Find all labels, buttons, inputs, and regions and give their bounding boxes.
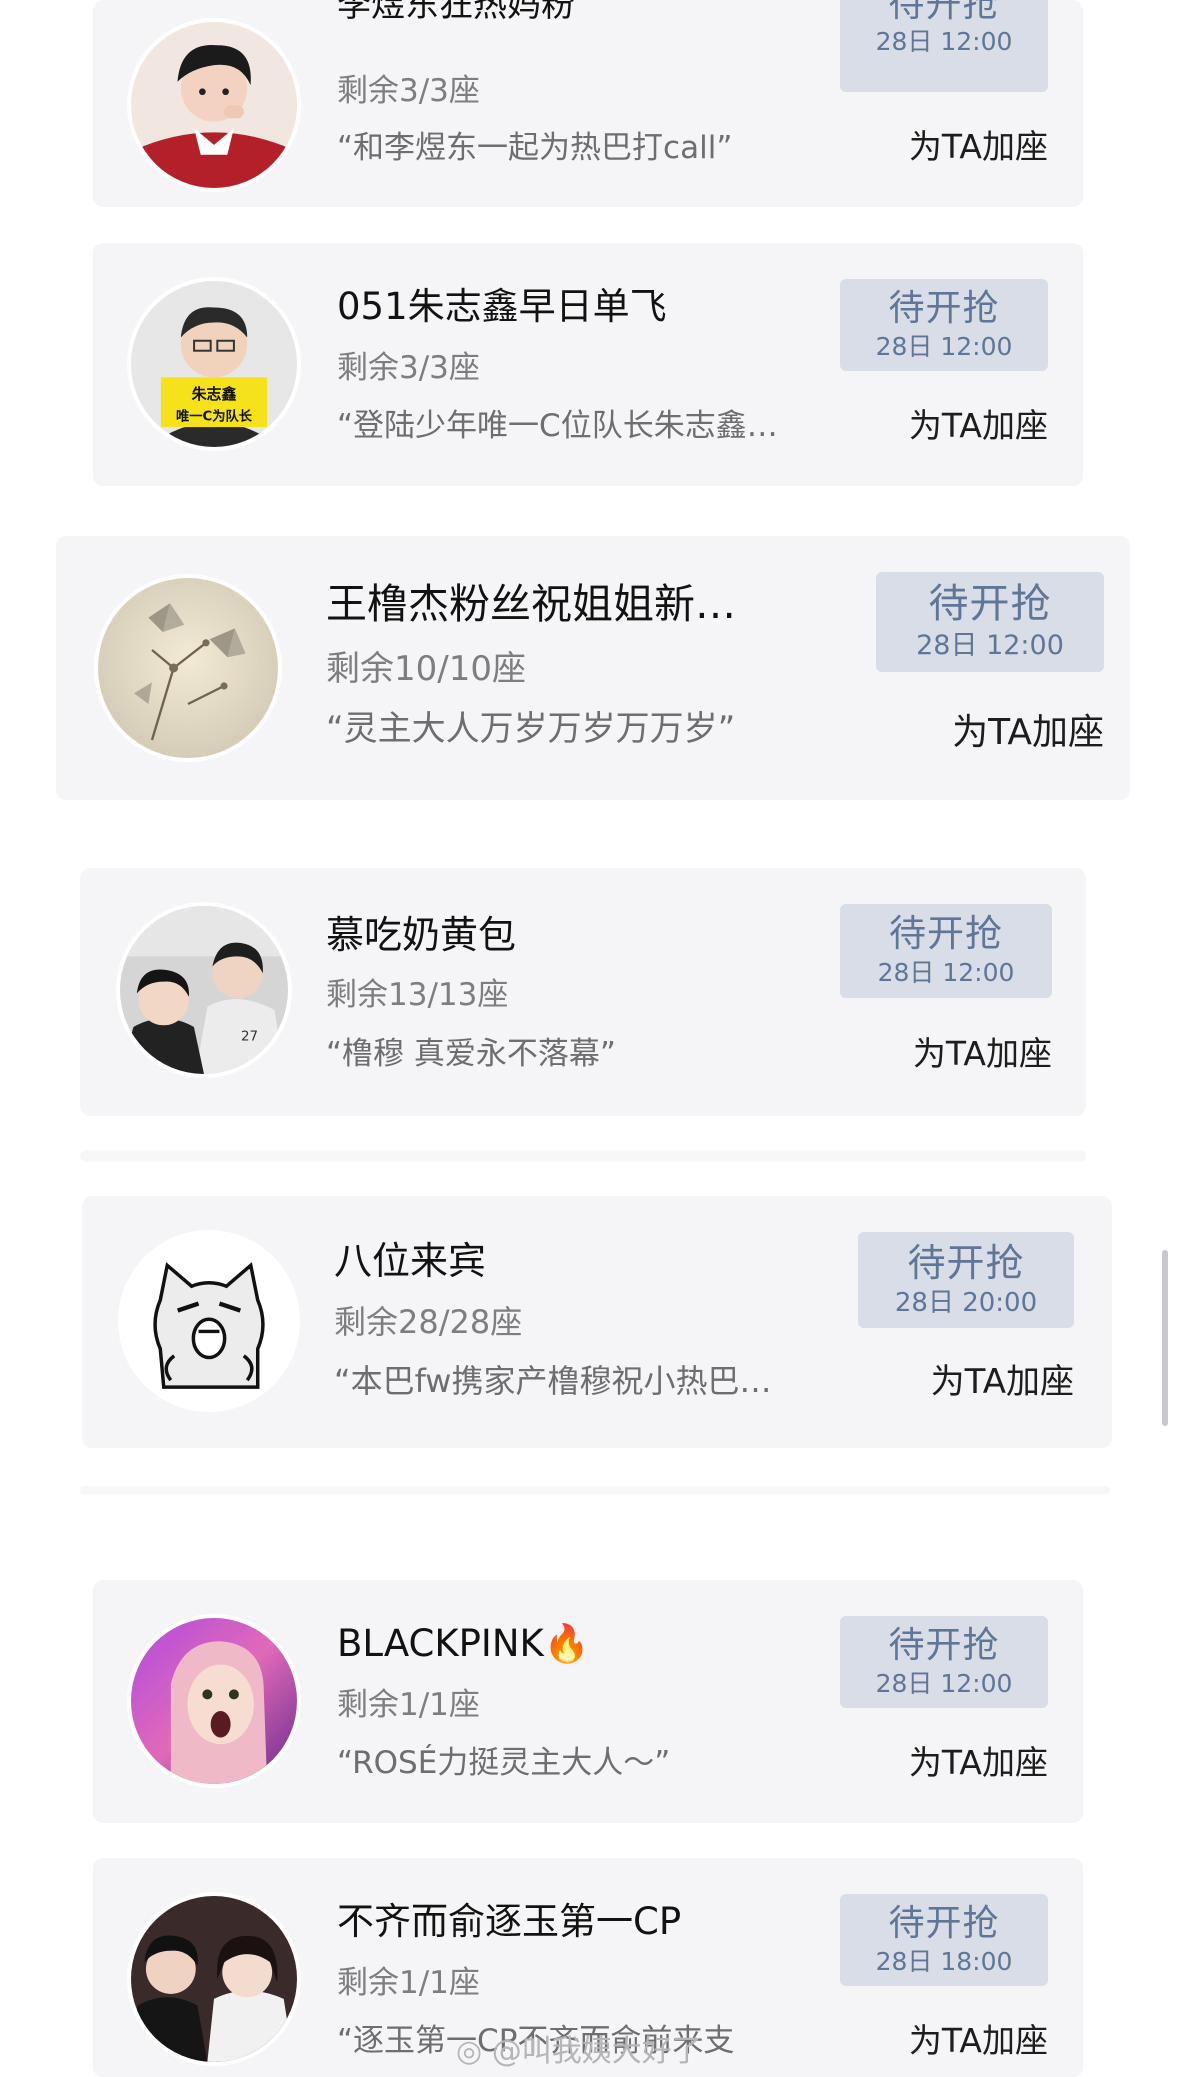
card-name: 李煜东狂热妈粉 <box>337 0 575 25</box>
grab-status-button[interactable]: 待开抢 28日 20:00 <box>858 1232 1074 1328</box>
status-label: 待开抢 <box>888 288 1000 329</box>
avatar: 朱志鑫 唯一C为队长 <box>131 281 297 447</box>
seat-card[interactable]: 27 慕吃奶黄包 剩余13/13座 “橹穆 真爱永不落幕” 待开抢 28日 12… <box>80 868 1086 1116</box>
card-quote: “本巴fw携家产橹穆祝小热巴… <box>334 1362 772 1400</box>
status-label: 待开抢 <box>888 1903 1000 1944</box>
seats-remaining: 剩余1/1座 <box>337 1965 480 2001</box>
seats-remaining: 剩余1/1座 <box>337 1687 480 1723</box>
card-name: 八位来宾 <box>334 1239 487 1283</box>
add-seat-button[interactable]: 为TA加座 <box>873 124 1048 170</box>
status-label: 待开抢 <box>907 1241 1025 1285</box>
avatar <box>131 1618 297 1784</box>
start-time: 28日 12:00 <box>875 1669 1013 1698</box>
add-seat-button[interactable]: 为TA加座 <box>873 1740 1048 1786</box>
card-name: 慕吃奶黄包 <box>326 913 517 957</box>
add-seat-button[interactable]: 为TA加座 <box>873 403 1048 449</box>
start-time: 28日 12:00 <box>875 27 1013 56</box>
seats-remaining: 剩余3/3座 <box>337 73 480 109</box>
weibo-icon: ◎ <box>456 2034 483 2069</box>
status-label: 待开抢 <box>888 0 1000 25</box>
status-label: 待开抢 <box>888 1625 1000 1666</box>
add-seat-button[interactable]: 为TA加座 <box>886 1358 1074 1406</box>
avatar <box>131 22 297 188</box>
card-name: 王橹杰粉丝祝姐姐新… <box>326 580 736 628</box>
add-seat-button[interactable]: 为TA加座 <box>906 708 1104 758</box>
grab-status-button[interactable]: 待开抢 28日 12:00 <box>840 279 1048 371</box>
card-quote: “灵主大人万岁万岁万万岁” <box>326 709 736 749</box>
status-label: 待开抢 <box>928 581 1052 627</box>
grab-status-button[interactable]: 待开抢 28日 18:00 <box>840 1894 1048 1986</box>
avatar: 27 <box>120 906 288 1074</box>
seats-remaining: 剩余10/10座 <box>326 649 526 689</box>
seat-list-screen: 李煜东狂热妈粉 剩余3/3座 “和李煜东一起为热巴打call” 待开抢 28日 … <box>0 0 1179 2077</box>
avatar <box>122 1234 296 1408</box>
divider <box>80 1486 1110 1494</box>
seat-card[interactable]: 八位来宾 剩余28/28座 “本巴fw携家产橹穆祝小热巴… 待开抢 28日 20… <box>82 1196 1112 1448</box>
seat-card[interactable]: 王橹杰粉丝祝姐姐新… 剩余10/10座 “灵主大人万岁万岁万万岁” 待开抢 28… <box>56 536 1130 800</box>
seat-card[interactable]: BLACKPINK🔥 剩余1/1座 “ROSÉ力挺灵主大人～” 待开抢 28日 … <box>93 1580 1083 1823</box>
avatar <box>98 578 278 758</box>
grab-status-button[interactable]: 待开抢 28日 12:00 <box>840 0 1048 92</box>
svg-text:朱志鑫: 朱志鑫 <box>192 385 237 403</box>
seats-remaining: 剩余13/13座 <box>326 977 509 1013</box>
seats-remaining: 剩余28/28座 <box>334 1303 523 1341</box>
avatar <box>131 1896 297 2062</box>
card-name: 不齐而俞逐玉第一CP <box>337 1900 682 1943</box>
grab-status-button[interactable]: 待开抢 28日 12:00 <box>840 904 1052 998</box>
card-quote: “登陆少年唯一C位队长朱志鑫… <box>337 408 778 444</box>
start-time: 28日 18:00 <box>875 1947 1013 1976</box>
grab-status-button[interactable]: 待开抢 28日 12:00 <box>840 1616 1048 1708</box>
svg-text:唯一C为队长: 唯一C为队长 <box>176 407 253 424</box>
card-quote: “和李煜东一起为热巴打call” <box>337 130 733 166</box>
start-time: 28日 20:00 <box>894 1288 1038 1318</box>
card-quote: “ROSÉ力挺灵主大人～” <box>337 1745 671 1781</box>
divider <box>80 1150 1086 1162</box>
start-time: 28日 12:00 <box>916 630 1064 661</box>
card-name: BLACKPINK🔥 <box>337 1622 590 1665</box>
seat-card-partial[interactable]: 李煜东狂热妈粉 剩余3/3座 “和李煜东一起为热巴打call” 待开抢 28日 … <box>93 0 1083 207</box>
grab-status-button[interactable]: 待开抢 28日 12:00 <box>876 572 1104 672</box>
start-time: 28日 12:00 <box>875 332 1013 361</box>
card-quote: “橹穆 真爱永不落幕” <box>326 1036 616 1072</box>
seat-card[interactable]: 朱志鑫 唯一C为队长 051朱志鑫早日单飞 剩余3/3座 “登陆少年唯一C位队长… <box>93 243 1083 486</box>
watermark-text: @叫我姨大好了 <box>491 2034 702 2069</box>
svg-text:27: 27 <box>241 1029 258 1044</box>
status-label: 待开抢 <box>889 912 1003 955</box>
scrollbar[interactable] <box>1162 1250 1168 1426</box>
add-seat-button[interactable]: 为TA加座 <box>872 1031 1052 1077</box>
seats-remaining: 剩余3/3座 <box>337 350 480 386</box>
start-time: 28日 12:00 <box>877 958 1015 987</box>
watermark: ◎ @叫我姨大好了 <box>456 2032 702 2072</box>
card-name: 051朱志鑫早日单飞 <box>337 285 667 328</box>
add-seat-button[interactable]: 为TA加座 <box>873 2018 1048 2064</box>
